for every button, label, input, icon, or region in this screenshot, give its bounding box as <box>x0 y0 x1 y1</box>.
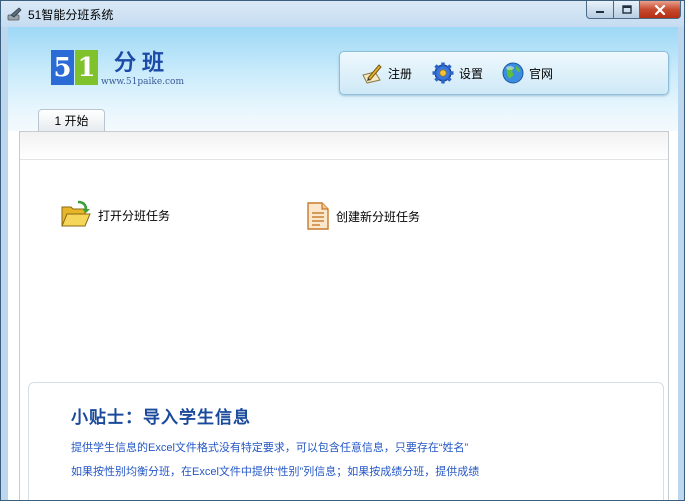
register-button[interactable]: 注册 <box>360 60 412 86</box>
maximize-button[interactable] <box>613 1 640 19</box>
document-icon <box>307 202 329 230</box>
header-banner: 5 1 分班 www.51paike.com 注册 设置 官网 <box>8 27 678 109</box>
logo-digit-1: 1 <box>75 50 98 85</box>
pen-app-icon <box>7 7 22 21</box>
website-label: 官网 <box>529 66 554 81</box>
title-bar[interactable]: 51智能分班系统 <box>1 1 684 27</box>
minimize-icon <box>596 10 604 13</box>
tip-line: 提供学生信息的Excel文件格式没有特定要求，可以包含任意信息，只要存在“姓名” <box>71 442 469 454</box>
window-title: 51智能分班系统 <box>28 8 114 22</box>
logo-url: www.51paike.com <box>101 77 184 87</box>
close-button[interactable] <box>639 1 681 19</box>
maximize-icon <box>621 5 632 14</box>
open-task-label: 打开分班任务 <box>98 208 171 223</box>
globe-icon <box>502 62 524 84</box>
logo-digit-5: 5 <box>51 50 74 85</box>
gear-icon <box>432 62 454 84</box>
register-label: 注册 <box>388 66 413 81</box>
settings-label: 设置 <box>459 66 484 81</box>
website-button[interactable]: 官网 <box>501 60 553 86</box>
client-area: 5 1 分班 www.51paike.com 注册 设置 官网 1 开始 打开分… <box>8 27 678 500</box>
close-icon <box>654 4 666 15</box>
open-folder-icon <box>61 200 91 227</box>
tab-strip: 1 开始 <box>8 109 678 131</box>
tab-start[interactable]: 1 开始 <box>38 109 105 131</box>
tip-line: 如果按性别均衡分班，在Excel文件中提供“性别”列信息；如果按成绩分班，提供成… <box>71 466 480 478</box>
tips-panel: 小贴士：导入学生信息 提供学生信息的Excel文件格式没有特定要求，可以包含任意… <box>28 382 664 500</box>
open-task-action[interactable]: 打开分班任务 <box>60 200 170 230</box>
tab-header-band <box>20 132 668 160</box>
app-window: 51智能分班系统 5 1 分班 www.51paike.com 注册 设置 官网… <box>0 0 685 501</box>
tips-title: 小贴士：导入学生信息 <box>71 408 251 428</box>
toolbar: 注册 设置 官网 <box>339 51 669 95</box>
settings-button[interactable]: 设置 <box>431 60 483 86</box>
logo-title: 分班 <box>114 50 171 76</box>
pen-paper-icon <box>362 64 382 84</box>
tab-content-panel: 打开分班任务 创建新分班任务 小贴士：导入学生信息 提供学生信息的Excel文件… <box>19 131 669 500</box>
logo: 5 1 <box>51 50 98 85</box>
create-task-label: 创建新分班任务 <box>336 209 421 224</box>
create-task-action[interactable]: 创建新分班任务 <box>306 202 420 230</box>
minimize-button[interactable] <box>586 1 614 19</box>
